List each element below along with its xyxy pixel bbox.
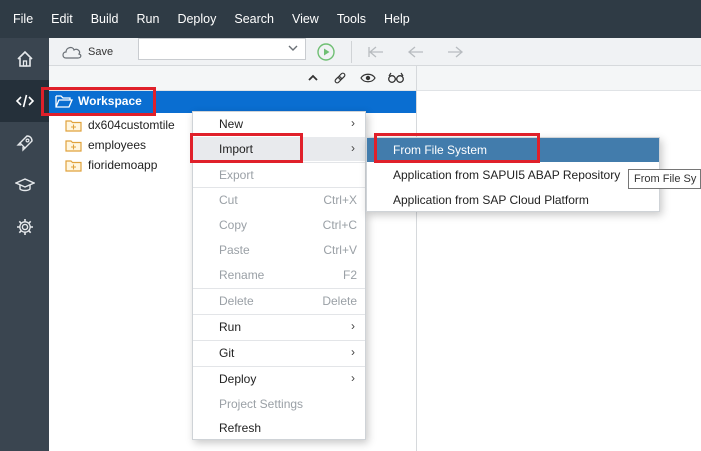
menu-item-label: Run bbox=[219, 320, 242, 334]
menu-item-label: Rename bbox=[219, 268, 265, 282]
menu-item-label: Refresh bbox=[219, 421, 262, 435]
menu-view[interactable]: View bbox=[283, 0, 328, 38]
collapse-all-button[interactable] bbox=[304, 70, 322, 86]
toolbar: Save bbox=[49, 38, 701, 66]
menu-file[interactable]: File bbox=[4, 0, 42, 38]
editor-area-header bbox=[417, 66, 701, 91]
project-folder-icon bbox=[65, 139, 82, 152]
menu-item-export[interactable]: Export bbox=[193, 163, 365, 187]
from-file-system-highlight-box bbox=[374, 133, 540, 163]
rocket-icon bbox=[15, 135, 33, 152]
submenu-arrow-icon: › bbox=[351, 141, 355, 155]
submenu-arrow-icon: › bbox=[351, 371, 355, 385]
submenu-item-sap-cloud-platform[interactable]: Application from SAP Cloud Platform bbox=[367, 188, 659, 212]
import-highlight-box bbox=[190, 133, 303, 163]
toolbar-separator bbox=[351, 41, 352, 63]
submenu-arrow-icon: › bbox=[351, 116, 355, 130]
menu-item-copy[interactable]: Copy Ctrl+C bbox=[193, 213, 365, 237]
gear-icon bbox=[16, 219, 33, 235]
menu-item-run[interactable]: Run › bbox=[193, 315, 365, 339]
menu-item-shortcut: Ctrl+V bbox=[323, 243, 357, 257]
menu-edit[interactable]: Edit bbox=[42, 0, 82, 38]
menu-item-label: Delete bbox=[219, 294, 254, 308]
submenu-item-sapui5-abap[interactable]: Application from SAPUI5 ABAP Repository bbox=[367, 163, 659, 187]
menu-item-git[interactable]: Git › bbox=[193, 341, 365, 365]
tree-item-label: fioridemoapp bbox=[88, 158, 158, 172]
navigate-back-button[interactable] bbox=[406, 42, 426, 62]
glasses-icon bbox=[388, 72, 404, 83]
save-label: Save bbox=[88, 46, 114, 58]
tree-item[interactable]: fioridemoapp bbox=[65, 156, 157, 174]
link-icon bbox=[334, 72, 346, 84]
submenu-item-label: Application from SAPUI5 ABAP Repository bbox=[393, 168, 621, 182]
menu-item-label: Git bbox=[219, 346, 235, 360]
save-button[interactable]: Save bbox=[61, 41, 113, 63]
menu-item-deploy[interactable]: Deploy › bbox=[193, 367, 365, 391]
menu-item-label: Export bbox=[219, 168, 254, 182]
arrow-left-icon bbox=[407, 46, 423, 58]
menu-item-delete[interactable]: Delete Delete bbox=[193, 289, 365, 313]
menu-tools[interactable]: Tools bbox=[328, 0, 375, 38]
menu-item-rename[interactable]: Rename F2 bbox=[193, 263, 365, 287]
link-with-editor-button[interactable] bbox=[331, 70, 349, 86]
eye-icon bbox=[360, 73, 376, 83]
sidenav-run-button[interactable] bbox=[0, 122, 49, 164]
menu-item-shortcut: Ctrl+C bbox=[322, 218, 357, 232]
menu-bar: File Edit Build Run Deploy Search View T… bbox=[0, 0, 701, 38]
menu-item-label: Copy bbox=[219, 218, 248, 232]
show-hidden-files-button[interactable] bbox=[359, 70, 377, 86]
arrow-right-icon bbox=[448, 46, 464, 58]
sidenav-learning-button[interactable] bbox=[0, 164, 49, 206]
pane-divider bbox=[416, 66, 417, 451]
code-icon bbox=[15, 94, 34, 108]
preview-button[interactable] bbox=[387, 70, 405, 86]
menu-item-label: Cut bbox=[219, 193, 238, 207]
home-icon bbox=[16, 50, 33, 67]
back-bar-icon bbox=[368, 46, 383, 58]
submenu-arrow-icon: › bbox=[351, 345, 355, 359]
menu-item-label: New bbox=[219, 117, 244, 131]
tree-item-label: employees bbox=[88, 138, 147, 152]
graduation-cap-icon bbox=[14, 178, 35, 192]
run-configuration-select[interactable] bbox=[138, 38, 306, 60]
menu-search[interactable]: Search bbox=[225, 0, 283, 38]
menu-item-shortcut: Ctrl+X bbox=[323, 193, 357, 207]
sidenav-settings-button[interactable] bbox=[0, 206, 49, 248]
menu-item-label: Deploy bbox=[219, 372, 257, 386]
menu-build[interactable]: Build bbox=[82, 0, 128, 38]
cloud-save-icon bbox=[62, 46, 82, 59]
last-edit-location-button[interactable] bbox=[366, 42, 386, 62]
menu-item-cut[interactable]: Cut Ctrl+X bbox=[193, 188, 365, 212]
menu-item-label: Paste bbox=[219, 243, 250, 257]
play-icon bbox=[317, 43, 335, 61]
project-folder-icon bbox=[65, 119, 82, 132]
menu-deploy[interactable]: Deploy bbox=[168, 0, 225, 38]
menu-item-shortcut: F2 bbox=[342, 268, 357, 282]
submenu-arrow-icon: › bbox=[351, 319, 355, 333]
menu-item-refresh[interactable]: Refresh bbox=[193, 416, 365, 440]
tree-item-label: dx604customtile bbox=[88, 118, 175, 132]
menu-item-label: Project Settings bbox=[219, 397, 304, 411]
workspace-highlight-box bbox=[41, 87, 156, 116]
run-button[interactable] bbox=[316, 42, 336, 62]
menu-help[interactable]: Help bbox=[375, 0, 419, 38]
tooltip: From File Sy bbox=[628, 169, 701, 189]
navigate-forward-button[interactable] bbox=[445, 42, 465, 62]
menu-item-paste[interactable]: Paste Ctrl+V bbox=[193, 238, 365, 262]
menu-item-shortcut: Delete bbox=[322, 294, 357, 308]
menu-item-project-settings[interactable]: Project Settings bbox=[193, 392, 365, 416]
project-folder-icon bbox=[65, 159, 82, 172]
submenu-item-label: Application from SAP Cloud Platform bbox=[393, 193, 589, 207]
menu-run[interactable]: Run bbox=[128, 0, 169, 38]
tree-item[interactable]: employees bbox=[65, 136, 146, 154]
tree-item[interactable]: dx604customtile bbox=[65, 116, 175, 134]
chevron-up-icon bbox=[308, 74, 318, 81]
chevron-down-icon bbox=[288, 45, 298, 51]
sidenav-home-button[interactable] bbox=[0, 38, 49, 80]
